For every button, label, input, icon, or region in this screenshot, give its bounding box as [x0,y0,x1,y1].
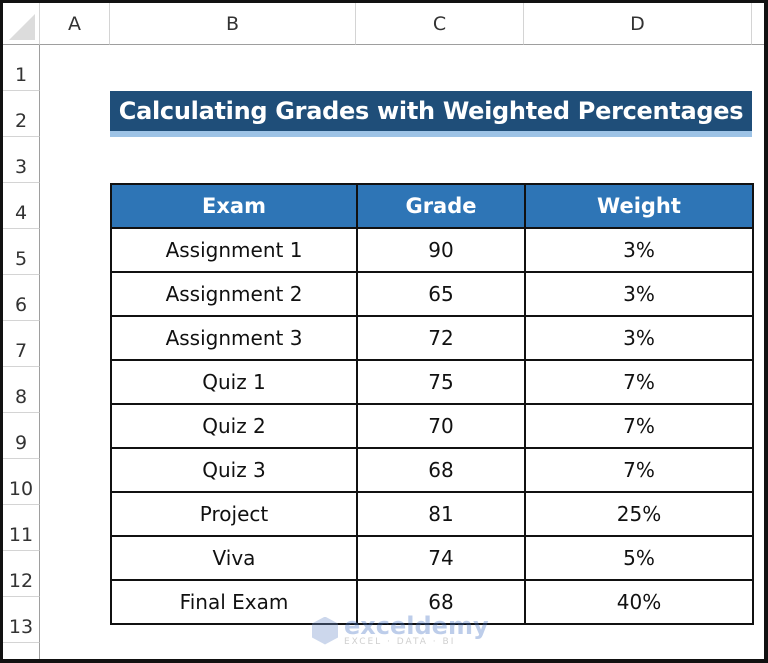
row-header-8[interactable]: 8 [3,367,40,413]
row-header-11[interactable]: 11 [3,505,40,551]
row-header-13[interactable]: 13 [3,597,40,643]
select-all-triangle-icon [9,14,35,40]
cell-grade[interactable]: 81 [356,491,526,537]
cell-exam[interactable]: Assignment 3 [110,315,358,361]
cell-grade[interactable]: 72 [356,315,526,361]
cell-weight[interactable]: 7% [524,403,754,449]
header-grade[interactable]: Grade [356,183,526,229]
cell-exam[interactable]: Quiz 3 [110,447,358,493]
column-header-a[interactable]: A [40,3,110,45]
cell-exam[interactable]: Viva [110,535,358,581]
column-header-c[interactable]: C [356,3,524,45]
table-header-row: Exam Grade Weight [110,183,754,229]
cell-grade[interactable]: 70 [356,403,526,449]
row-header-9[interactable]: 9 [3,413,40,459]
sheet-title[interactable]: Calculating Grades with Weighted Percent… [110,91,752,131]
column-header-e-partial[interactable] [752,3,764,45]
cell-weight[interactable]: 40% [524,579,754,625]
table-row: Viva 74 5% [110,535,754,581]
cell-grade[interactable]: 68 [356,579,526,625]
table-row: Final Exam 68 40% [110,579,754,625]
cell-exam[interactable]: Assignment 1 [110,227,358,273]
row-header-10[interactable]: 10 [3,459,40,505]
column-header-b[interactable]: B [110,3,356,45]
title-underline [110,131,752,137]
cell-weight[interactable]: 7% [524,359,754,405]
row-header-2[interactable]: 2 [3,91,40,137]
table-row: Assignment 3 72 3% [110,315,754,361]
row-header-14-partial[interactable] [3,643,40,659]
cell-weight[interactable]: 3% [524,315,754,361]
cell-exam[interactable]: Project [110,491,358,537]
column-header-d[interactable]: D [524,3,752,45]
row-header-3[interactable]: 3 [3,137,40,183]
table-row: Quiz 1 75 7% [110,359,754,405]
cell-grade[interactable]: 68 [356,447,526,493]
row-header-7[interactable]: 7 [3,321,40,367]
table-row: Quiz 2 70 7% [110,403,754,449]
cell-weight[interactable]: 5% [524,535,754,581]
row-header-5[interactable]: 5 [3,229,40,275]
cell-weight[interactable]: 25% [524,491,754,537]
cell-grade[interactable]: 90 [356,227,526,273]
grades-table: Exam Grade Weight Assignment 1 90 3% Ass… [110,183,754,625]
select-all-button[interactable] [3,3,40,45]
row-header-4[interactable]: 4 [3,183,40,229]
cell-exam[interactable]: Assignment 2 [110,271,358,317]
table-row: Assignment 1 90 3% [110,227,754,273]
cell-weight[interactable]: 3% [524,227,754,273]
cell-grade[interactable]: 65 [356,271,526,317]
header-weight[interactable]: Weight [524,183,754,229]
cell-grade[interactable]: 75 [356,359,526,405]
table-row: Assignment 2 65 3% [110,271,754,317]
cell-exam[interactable]: Quiz 1 [110,359,358,405]
row-header-1[interactable]: 1 [3,45,40,91]
cell-weight[interactable]: 7% [524,447,754,493]
cell-exam[interactable]: Final Exam [110,579,358,625]
cell-grade[interactable]: 74 [356,535,526,581]
header-exam[interactable]: Exam [110,183,358,229]
row-header-12[interactable]: 12 [3,551,40,597]
row-header-6[interactable]: 6 [3,275,40,321]
cell-weight[interactable]: 3% [524,271,754,317]
table-row: Project 81 25% [110,491,754,537]
cell-exam[interactable]: Quiz 2 [110,403,358,449]
table-row: Quiz 3 68 7% [110,447,754,493]
